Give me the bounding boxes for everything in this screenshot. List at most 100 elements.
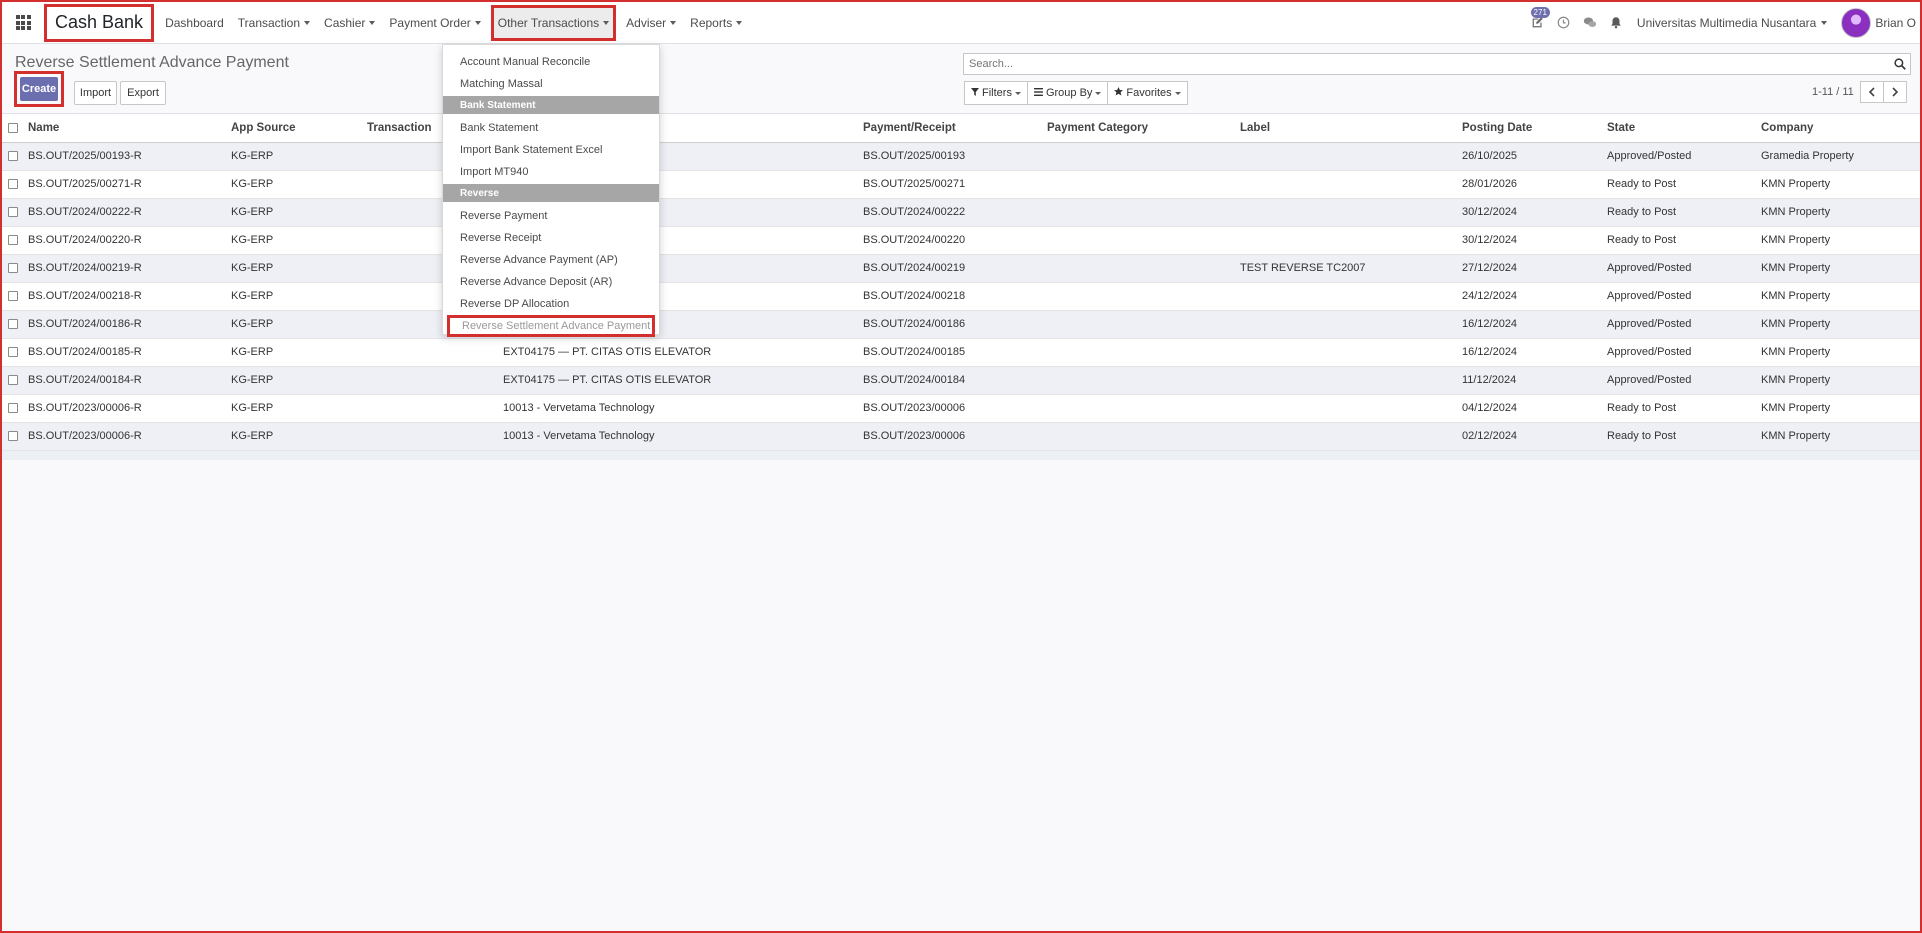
row-checkbox[interactable]	[8, 179, 18, 190]
table-cell	[361, 422, 497, 451]
row-checkbox[interactable]	[8, 319, 18, 330]
create-button[interactable]: Create	[20, 77, 58, 101]
group-by-button[interactable]: Group By	[1026, 81, 1109, 105]
caret-down-icon	[736, 20, 743, 25]
table-row[interactable]: BS.OUT/2025/00271-R KG-ERP BS.OUT/2025/002…	[2, 170, 1920, 199]
column-header[interactable]: Name	[22, 114, 225, 143]
caret-down-icon	[1174, 91, 1181, 95]
table-cell: 26/10/2025	[1456, 142, 1601, 171]
table-header-row: Name App Source Transaction Payment/Rece…	[2, 114, 1920, 143]
dropdown-item[interactable]: Import MT940	[443, 161, 659, 183]
table-cell: BS.OUT/2024/00218	[857, 282, 1041, 311]
table-cell: KMN Property	[1755, 394, 1920, 423]
menu-transaction[interactable]: Transaction	[231, 2, 317, 44]
table-row[interactable]: BS.OUT/2024/00220-RKG-ERPELEVATORBS.OUT/…	[2, 226, 1920, 255]
table-cell: KMN Property	[1755, 198, 1920, 227]
avatar	[1841, 7, 1872, 38]
apps-grid-icon[interactable]	[4, 2, 42, 44]
row-checkbox[interactable]	[8, 235, 18, 246]
menu-other-transactions[interactable]: Other Transactions	[490, 4, 617, 41]
column-header[interactable]: App Source	[225, 114, 361, 143]
top-navbar: Cash Bank Dashboard Transaction Cashier …	[2, 2, 1920, 44]
table-row[interactable]: BS.OUT/2024/00218-RKG-ERPELEVATORBS.OUT/…	[2, 282, 1920, 311]
table-cell: BS.OUT/2024/00222	[857, 198, 1041, 227]
edit-icon[interactable]: 271	[1525, 6, 1551, 36]
row-checkbox[interactable]	[8, 207, 18, 218]
dropdown-item[interactable]: Reverse Advance Deposit (AR)	[443, 271, 659, 293]
navbar-systray: 271 Universitas Multimedia Nusantara Bri…	[1525, 2, 1920, 44]
table-row[interactable]: BS.OUT/2024/00185-R KG-ERP EXT04175 — PT. …	[2, 338, 1920, 367]
dropdown-item-active[interactable]: Reverse Settlement Advance Payment	[447, 315, 655, 337]
column-header[interactable]: Payment/Receipt	[857, 114, 1041, 143]
favorites-button[interactable]: Favorites	[1107, 81, 1188, 105]
menu-label: Payment Order	[389, 15, 471, 30]
table-row[interactable]: BS.OUT/2024/00186-R KG-ERP BS.OUT/2024/001…	[2, 310, 1920, 339]
dropdown-item[interactable]: Reverse Payment	[443, 205, 659, 227]
dropdown-item[interactable]: Matching Massal	[443, 73, 659, 95]
table-cell	[1041, 282, 1234, 311]
dropdown-item[interactable]: Reverse DP Allocation	[443, 293, 659, 315]
table-cell: KG-ERP	[225, 142, 361, 171]
table-cell: BS.OUT/2024/00186	[857, 310, 1041, 339]
filters-button[interactable]: Filters	[964, 81, 1028, 105]
column-header[interactable]: Payment Category	[1041, 114, 1234, 143]
dropdown-item[interactable]: Reverse Receipt	[443, 227, 659, 249]
user-menu[interactable]: Brian O	[1841, 7, 1916, 38]
table-row[interactable]: BS.OUT/2023/00006-R KG-ERP 10013 - Verveta…	[2, 422, 1920, 451]
table-cell: Approved/Posted	[1601, 366, 1755, 395]
row-checkbox[interactable]	[8, 347, 18, 358]
table-row[interactable]: BS.OUT/2025/00193-R KG-ERP BS.OUT/2025/001…	[2, 142, 1920, 171]
dropdown-item[interactable]: Reverse Advance Payment (AP)	[443, 249, 659, 271]
row-checkbox[interactable]	[8, 151, 18, 162]
bell-icon[interactable]	[1603, 10, 1629, 36]
table-cell: KMN Property	[1755, 170, 1920, 199]
table-row[interactable]: BS.OUT/2024/00222-RKG-ERPELEVATORBS.OUT/…	[2, 198, 1920, 227]
table-cell: KMN Property	[1755, 254, 1920, 283]
menu-payment-order[interactable]: Payment Order	[382, 2, 487, 44]
row-checkbox[interactable]	[8, 263, 18, 274]
company-switcher[interactable]: Universitas Multimedia Nusantara	[1637, 16, 1828, 30]
table-row[interactable]: BS.OUT/2024/00184-R KG-ERP EXT04175 — PT. …	[2, 366, 1920, 395]
row-checkbox[interactable]	[8, 403, 18, 414]
menu-cashier[interactable]: Cashier	[317, 2, 382, 44]
select-all-checkbox[interactable]	[8, 122, 18, 133]
row-checkbox[interactable]	[8, 375, 18, 386]
table-cell	[361, 366, 497, 395]
table-row[interactable]: BS.OUT/2023/00006-R KG-ERP 10013 - Verveta…	[2, 394, 1920, 423]
table-cell: KMN Property	[1755, 226, 1920, 255]
table-row[interactable]: BS.OUT/2024/00219-RKG-ERPELEVATORBS.OUT/…	[2, 254, 1920, 283]
pager-value[interactable]: 1-11 / 11	[1812, 86, 1854, 98]
table-cell: BS.OUT/2023/00006	[857, 394, 1041, 423]
pager-previous-button[interactable]	[1859, 81, 1884, 103]
chat-icon[interactable]	[1577, 10, 1603, 36]
table-cell	[1041, 366, 1234, 395]
dropdown-item[interactable]: Account Manual Reconcile	[443, 51, 659, 73]
caret-down-icon	[474, 20, 481, 25]
clock-icon[interactable]	[1551, 10, 1577, 36]
app-brand[interactable]: Cash Bank	[44, 3, 155, 42]
table-cell	[1234, 226, 1456, 255]
import-button[interactable]: Import	[74, 81, 117, 105]
export-button[interactable]: Export	[120, 81, 166, 105]
column-header[interactable]: Posting Date	[1456, 114, 1601, 143]
pager-next-button[interactable]	[1882, 81, 1907, 103]
dropdown-item[interactable]: Import Bank Statement Excel	[443, 139, 659, 161]
table-cell: BS.OUT/2023/00006	[857, 422, 1041, 451]
table-cell: 27/12/2024	[1456, 254, 1601, 283]
search-icon[interactable]	[1890, 58, 1910, 70]
row-checkbox[interactable]	[8, 291, 18, 302]
caret-down-icon	[304, 20, 311, 25]
column-header[interactable]: State	[1601, 114, 1755, 143]
row-select-cell	[2, 338, 22, 367]
row-checkbox[interactable]	[8, 431, 18, 442]
menu-dashboard[interactable]: Dashboard	[158, 2, 231, 44]
row-select-cell	[2, 310, 22, 339]
column-header[interactable]: Company	[1755, 114, 1920, 143]
menu-adviser[interactable]: Adviser	[619, 2, 683, 44]
caret-down-icon	[1095, 91, 1102, 95]
table-cell: BS.OUT/2025/00193-R	[22, 142, 225, 171]
column-header[interactable]: Label	[1234, 114, 1456, 143]
search-input[interactable]	[964, 58, 1891, 70]
menu-reports[interactable]: Reports	[683, 2, 749, 44]
dropdown-item[interactable]: Bank Statement	[443, 117, 659, 139]
